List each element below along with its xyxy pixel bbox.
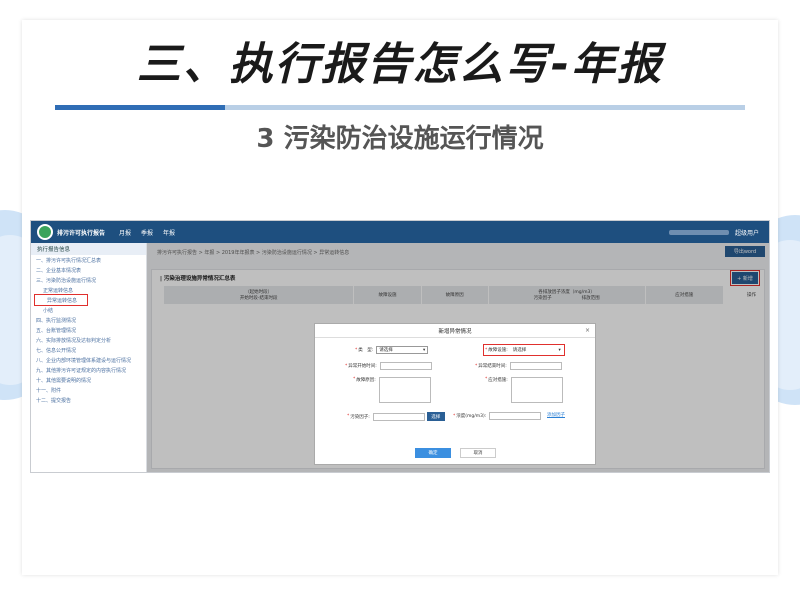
required-mark: *: [355, 347, 358, 353]
start-time-label: 异常开始时间:: [348, 364, 377, 369]
company-name-redacted: [669, 229, 729, 235]
user-name[interactable]: 超级用户: [735, 228, 759, 237]
modal-title: 新增异常情况: [438, 328, 472, 335]
pollutant-label: 污染因子:: [350, 414, 370, 420]
sidebar-item[interactable]: 小结: [31, 305, 146, 315]
required-mark: *: [353, 377, 356, 382]
required-mark: *: [485, 377, 488, 382]
sidebar-item[interactable]: 五、台账管理情况: [31, 325, 146, 335]
start-time-input[interactable]: [379, 362, 432, 370]
sidebar-item[interactable]: 六、实际排放情况及达标判定分析: [31, 335, 146, 345]
required-mark: *: [345, 363, 348, 369]
sidebar-item[interactable]: 七、信息公开情况: [31, 345, 146, 355]
sidebar-item[interactable]: 一、排污许可执行情况汇总表: [31, 255, 146, 265]
sidebar-item[interactable]: 三、污染防治设施运行情况: [31, 275, 146, 285]
nav-quarterly[interactable]: 季报: [141, 228, 153, 237]
app-name: 排污许可执行报告: [57, 229, 106, 237]
concentration-label: 浓度(mg/m3):: [456, 414, 487, 419]
type-label: 类 型:: [358, 348, 374, 353]
start-time-row: * 异常开始时间:: [345, 362, 432, 370]
app-screenshot: 排污许可执行报告 月报 季报 年报 超级用户 执行报告信息 一、排污许可执行情况…: [30, 220, 770, 473]
sidebar-list: 一、排污许可执行情况汇总表 二、企业基本情况表 三、污染防治设施运行情况 正常运转信息…: [31, 255, 146, 405]
slide-title: 三、执行报告怎么写-年报: [136, 39, 664, 90]
add-exception-modal: 新增异常情况 × * 类 型: 请选择 ▾ * 故障设施: 请选择 ▾ * 异常…: [314, 323, 596, 465]
facility-select-value: 请选择: [512, 348, 527, 353]
sidebar-item[interactable]: 十二、提交报告: [31, 395, 146, 405]
measures-label: 应对措施:: [488, 378, 508, 383]
add-pollutant-link[interactable]: 添加因子: [547, 412, 565, 418]
nav-monthly[interactable]: 月报: [119, 228, 131, 237]
app-topbar: 排污许可执行报告 月报 季报 年报 超级用户: [31, 221, 769, 243]
confirm-button[interactable]: 确定: [415, 448, 451, 458]
add-pollutant-row: 添加因子: [547, 412, 565, 418]
sidebar: 执行报告信息 一、排污许可执行情况汇总表 二、企业基本情况表 三、污染防治设施运行情…: [31, 243, 147, 472]
required-mark: *: [453, 413, 456, 419]
sidebar-item[interactable]: 九、其他排污许可证规定的内容执行情况: [31, 365, 146, 375]
reason-label: 故障原因:: [356, 378, 376, 383]
sidebar-item[interactable]: 四、执行监测情况: [31, 315, 146, 325]
chevron-down-icon: ▾: [423, 347, 426, 353]
sidebar-item[interactable]: 二、企业基本情况表: [31, 265, 146, 275]
end-time-row: * 异常结束时间:: [475, 362, 562, 370]
title-rule-dark: [55, 105, 225, 110]
sidebar-item[interactable]: 正常运转信息: [31, 285, 146, 295]
pollutant-row: * 污染因子: 选择: [347, 412, 445, 421]
pollutant-input[interactable]: [372, 412, 425, 421]
sidebar-item[interactable]: 异常运转信息: [34, 294, 88, 306]
type-select[interactable]: 请选择 ▾: [376, 346, 429, 354]
sidebar-item[interactable]: 十、其他需要说明的情况: [31, 375, 146, 385]
end-time-label: 异常结束时间:: [478, 364, 507, 369]
end-time-input[interactable]: [509, 362, 562, 370]
sidebar-item[interactable]: 八、企业内部环境管理体系建设与运行情况: [31, 355, 146, 365]
sidebar-item[interactable]: 十一、附件: [31, 385, 146, 395]
facility-label: 故障设施:: [488, 348, 508, 353]
slide-subtitle: 3 污染防治设施运行情况: [256, 124, 544, 154]
chevron-down-icon: ▾: [558, 347, 561, 353]
modal-header: 新增异常情况 ×: [315, 324, 595, 338]
facility-select[interactable]: 请选择 ▾: [510, 346, 563, 354]
nav-annual[interactable]: 年报: [163, 228, 175, 237]
type-row: * 类 型: 请选择 ▾: [355, 346, 429, 354]
choose-pollutant-button[interactable]: 选择: [426, 412, 445, 421]
type-select-value: 请选择: [379, 348, 393, 353]
required-mark: *: [475, 363, 478, 369]
app-logo-icon: [37, 224, 53, 240]
required-mark: *: [347, 414, 350, 419]
concentration-row: * 浓度(mg/m3):: [453, 412, 542, 420]
reason-textarea[interactable]: [378, 377, 431, 403]
close-icon[interactable]: ×: [585, 327, 590, 334]
required-mark: *: [485, 347, 488, 353]
reason-row: * 故障原因:: [353, 377, 431, 403]
facility-row: * 故障设施: 请选择 ▾: [483, 344, 565, 356]
title-rule-light: [225, 105, 745, 110]
sidebar-header: 执行报告信息: [31, 243, 146, 255]
concentration-input[interactable]: [489, 412, 542, 420]
measures-row: * 应对措施:: [485, 377, 563, 403]
cancel-button[interactable]: 取消: [460, 448, 496, 458]
measures-textarea[interactable]: [510, 377, 563, 403]
